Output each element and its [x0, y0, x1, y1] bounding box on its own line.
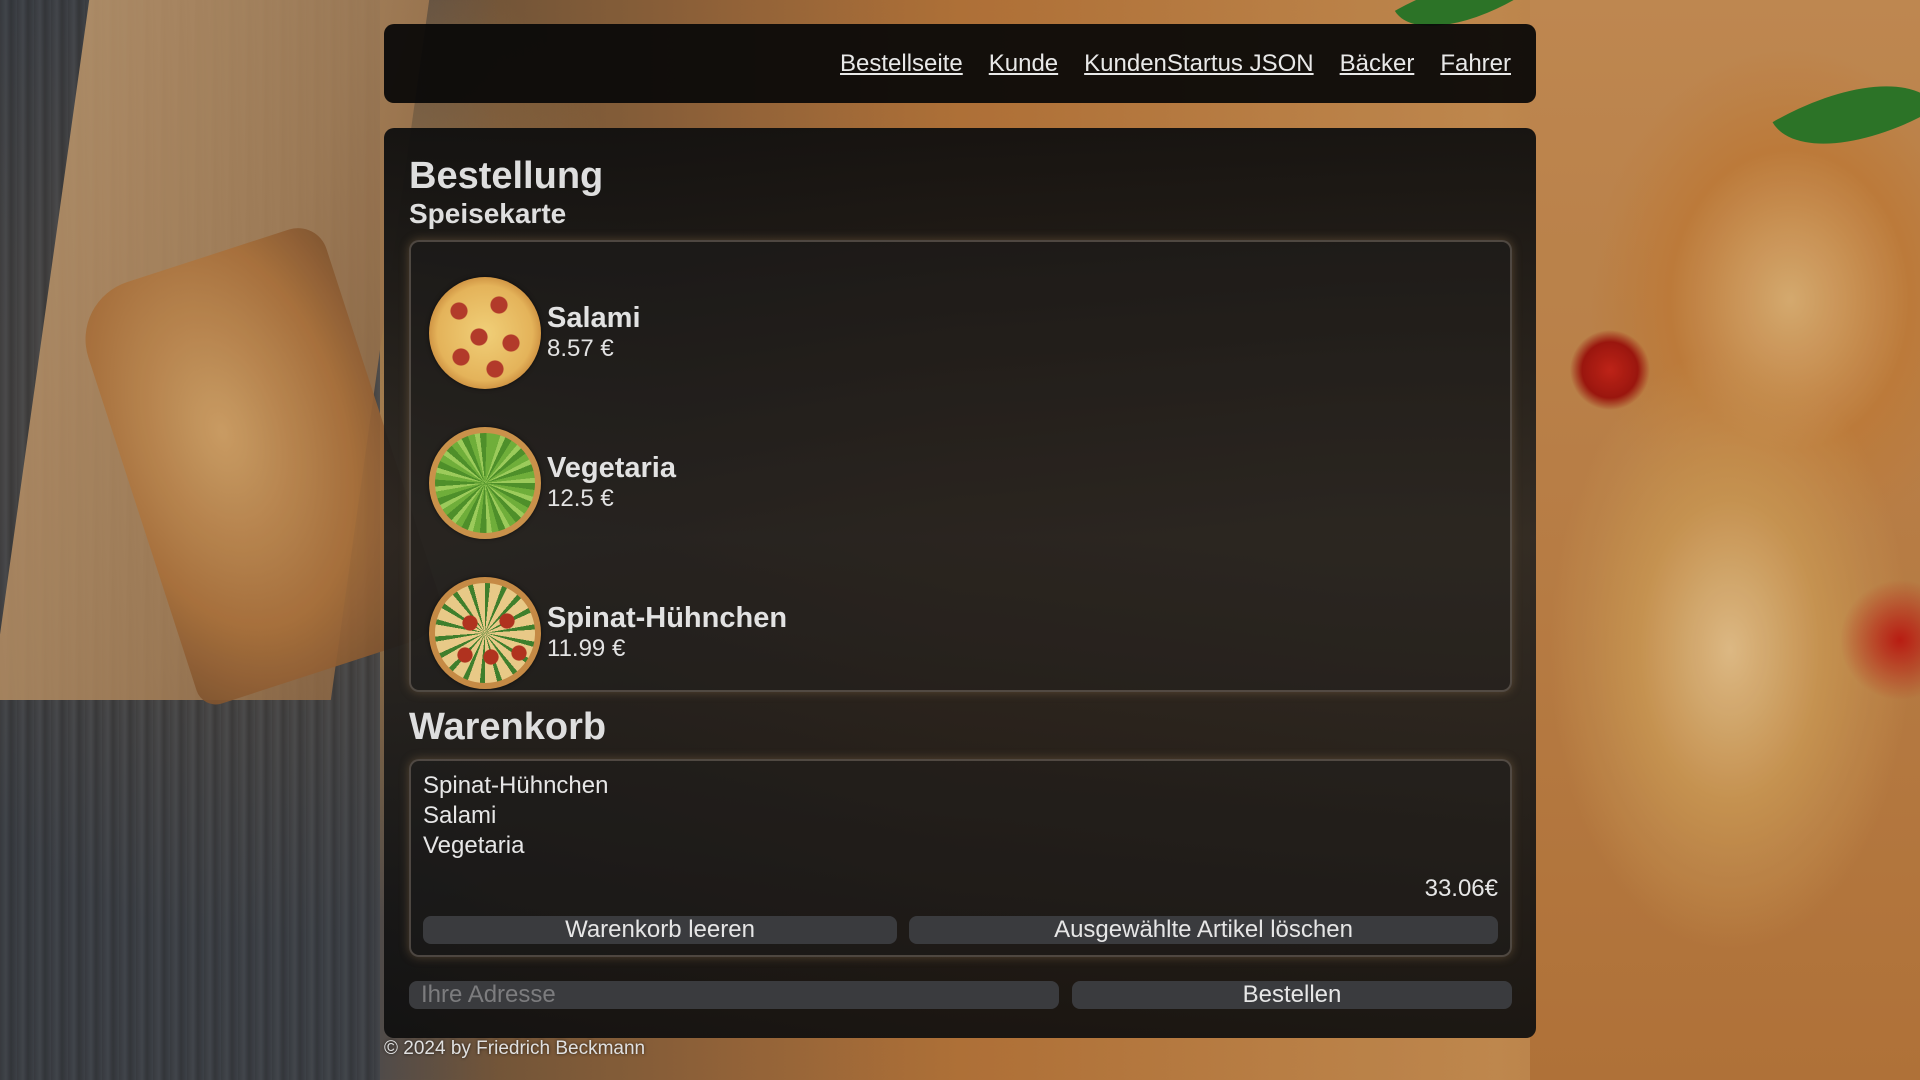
menu-item-name: Spinat-Hühnchen	[547, 602, 788, 634]
spinach-chicken-pizza-image	[429, 577, 541, 689]
menu-item-name: Salami	[547, 302, 641, 334]
clear-cart-button[interactable]: Warenkorb leeren	[423, 916, 897, 944]
nav-link-bestellseite[interactable]: Bestellseite	[840, 50, 963, 78]
menu-item-text: Vegetaria 12.5 €	[547, 452, 676, 514]
salami-pizza-image	[429, 277, 541, 389]
menu-item-price: 8.57 €	[547, 335, 614, 362]
menu-item-text: Spinat-Hühnchen 11.99 €	[547, 602, 787, 664]
nav-link-kunde[interactable]: Kunde	[989, 50, 1058, 78]
cart-title: Warenkorb	[409, 706, 607, 748]
top-navigation: Bestellseite Kunde KundenStartus JSON Bä…	[384, 24, 1536, 103]
cart-item[interactable]: Salami	[423, 801, 1498, 831]
delete-selected-button[interactable]: Ausgewählte Artikel löschen	[909, 916, 1498, 944]
menu-item-salami[interactable]: Salami 8.57 €	[429, 258, 1510, 408]
footer-copyright: © 2024 by Friedrich Beckmann	[384, 1038, 646, 1059]
cart-total: 33.06€	[1424, 875, 1498, 902]
menu-list: Salami 8.57 € Vegetaria 12.5 € Spinat-Hü…	[409, 240, 1512, 692]
cart-item[interactable]: Vegetaria	[423, 831, 1498, 861]
address-input[interactable]	[409, 981, 1059, 1009]
cart-box: Spinat-Hühnchen Salami Vegetaria 33.06€ …	[409, 759, 1512, 957]
nav-link-kundenstatus-json[interactable]: KundenStartus JSON	[1084, 50, 1313, 78]
cart-item-list[interactable]: Spinat-Hühnchen Salami Vegetaria	[423, 771, 1498, 861]
page-title: Bestellung	[409, 155, 604, 197]
menu-item-name: Vegetaria	[547, 452, 676, 484]
menu-title: Speisekarte	[409, 198, 567, 229]
menu-item-price: 12.5 €	[547, 485, 614, 512]
order-panel: Bestellung Speisekarte Salami 8.57 € Veg…	[384, 128, 1536, 1038]
menu-item-vegetaria[interactable]: Vegetaria 12.5 €	[429, 408, 1510, 558]
nav-link-fahrer[interactable]: Fahrer	[1440, 50, 1511, 78]
order-button[interactable]: Bestellen	[1072, 981, 1512, 1009]
cart-actions: Warenkorb leeren Ausgewählte Artikel lös…	[423, 916, 1498, 944]
menu-item-price: 11.99 €	[547, 635, 626, 662]
menu-item-spinat-huehnchen[interactable]: Spinat-Hühnchen 11.99 €	[429, 558, 1510, 708]
nav-link-baecker[interactable]: Bäcker	[1340, 50, 1415, 78]
menu-item-text: Salami 8.57 €	[547, 302, 641, 364]
cart-item[interactable]: Spinat-Hühnchen	[423, 771, 1498, 801]
vegetarian-pizza-image	[429, 427, 541, 539]
order-row: Bestellen	[409, 981, 1512, 1009]
